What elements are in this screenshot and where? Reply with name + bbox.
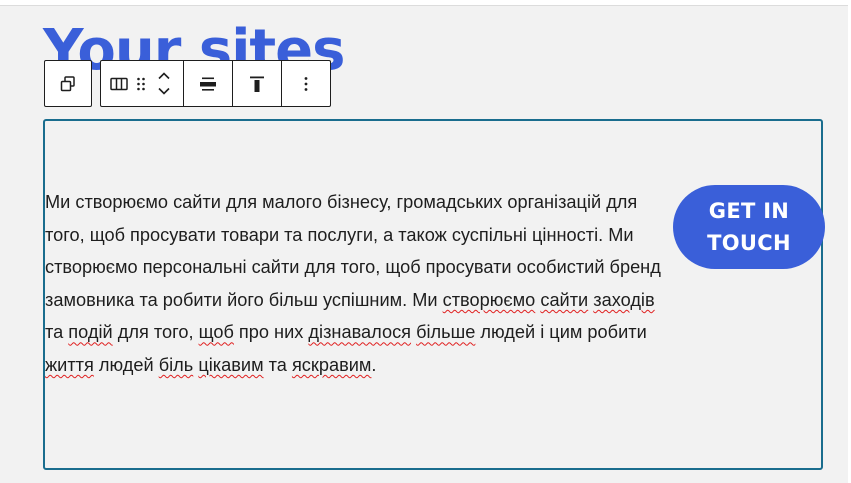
spellcheck-word: створюємо [442, 289, 536, 310]
vertical-align-button[interactable] [233, 61, 281, 106]
spellcheck-word: сайти [540, 289, 589, 310]
parent-block-group [44, 60, 92, 107]
select-parent-button[interactable] [45, 61, 91, 106]
paragraph-text: та [263, 354, 292, 375]
more-vertical-icon [304, 76, 308, 91]
block-type-button[interactable] [101, 61, 131, 106]
options-button[interactable] [282, 61, 330, 106]
paragraph-text: людей і цим робити [475, 322, 647, 343]
spellcheck-word: заходів [593, 289, 655, 310]
drag-handle-icon [137, 77, 145, 90]
paragraph-text: . [371, 354, 377, 375]
paragraph-text: та [45, 322, 69, 343]
editor-top-border [0, 0, 851, 6]
spellcheck-word: подій [68, 322, 113, 343]
move-down-button[interactable] [157, 85, 171, 99]
paragraph-text: людей [93, 354, 159, 375]
align-button[interactable] [184, 61, 232, 106]
spellcheck-word: щоб [198, 322, 234, 343]
align-center-icon [200, 77, 216, 91]
selected-columns-block[interactable]: Ми створюємо сайти для малого бізнесу, г… [43, 119, 825, 470]
block-controls-group [100, 60, 331, 107]
spellcheck-word: біль [158, 354, 194, 375]
move-up-button[interactable] [157, 69, 171, 83]
spellcheck-word: життя [45, 354, 94, 375]
paragraph-text: про них [233, 322, 309, 343]
spellcheck-word: цікавим [198, 354, 264, 375]
block-paragraph[interactable]: Ми створюємо сайти для малого бізнесу, г… [45, 186, 665, 382]
chevron-down-icon [158, 87, 170, 95]
parent-block-icon [60, 75, 75, 91]
spellcheck-word: більше [416, 322, 476, 343]
spellcheck-word: дізнавалося [308, 322, 412, 343]
block-toolbar [44, 60, 331, 107]
vertical-align-top-icon [250, 76, 264, 92]
columns-icon [110, 77, 128, 90]
spellcheck-word: яскравим [291, 354, 372, 375]
paragraph-text: для того, [112, 322, 199, 343]
chevron-up-icon [158, 72, 170, 80]
get-in-touch-button[interactable]: GET IN TOUCH [673, 185, 825, 269]
block-movers [151, 61, 177, 106]
drag-handle-button[interactable] [131, 61, 151, 106]
